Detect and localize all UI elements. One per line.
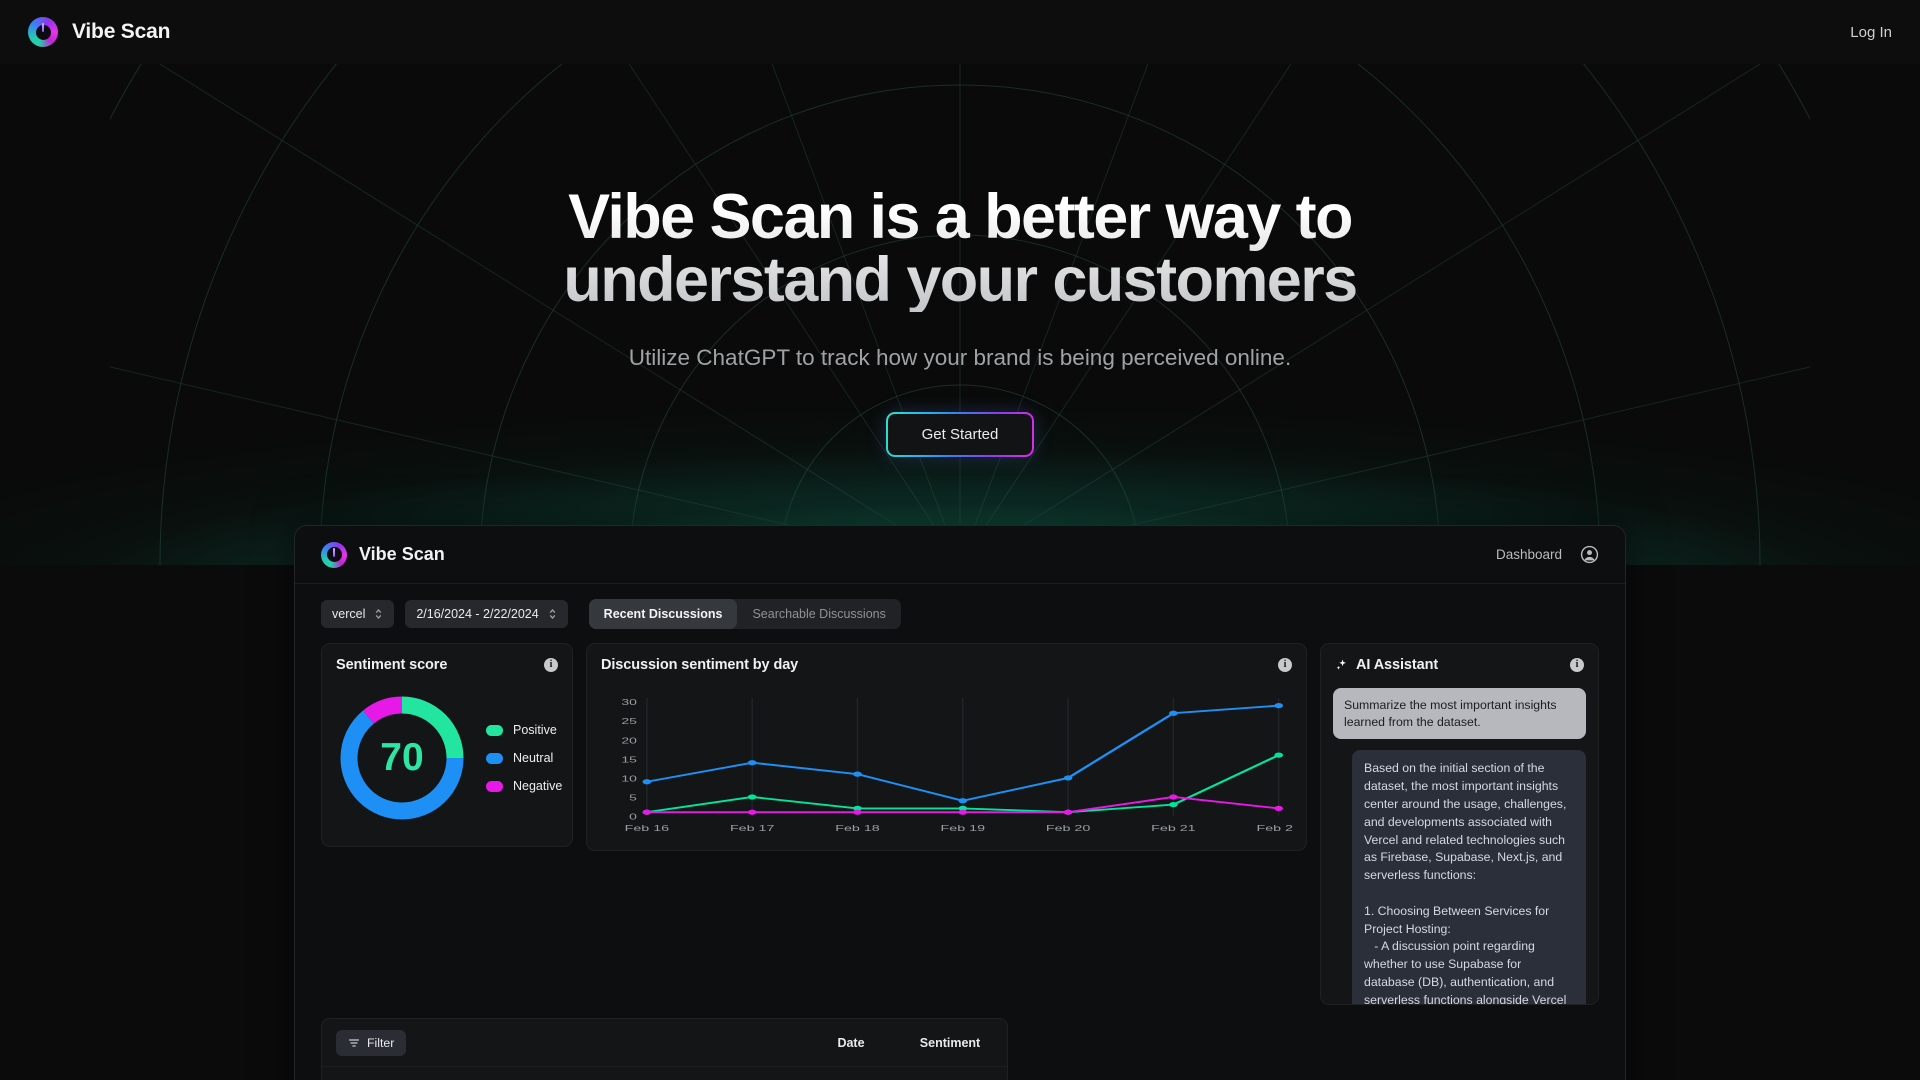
hero-subtitle: Utilize ChatGPT to track how your brand … bbox=[628, 345, 1292, 370]
ai-chat-thread: Summarize the most important insights le… bbox=[1321, 684, 1598, 1004]
discussion-chart-column: Discussion sentiment by day i 0 5 10 15 20 25… bbox=[586, 643, 1307, 851]
svg-text:Feb 21: Feb 21 bbox=[1151, 824, 1195, 833]
nav-right-group: Log In bbox=[1850, 24, 1892, 41]
date-range-value: 2/16/2024 - 2/22/2024 bbox=[416, 607, 539, 621]
info-icon[interactable]: i bbox=[1278, 658, 1292, 672]
chart-card-body: 0 5 10 15 20 25 30 Feb 16 Feb 17 Feb 18 Feb 19 Feb … bbox=[587, 684, 1306, 850]
chevron-updown-icon bbox=[549, 608, 555, 620]
svg-text:0: 0 bbox=[629, 813, 637, 822]
info-icon[interactable]: i bbox=[544, 658, 558, 672]
dashboard-toolbar: vercel 2/16/2024 - 2/22/2024 Recent Disc… bbox=[295, 584, 1625, 643]
svg-text:15: 15 bbox=[621, 756, 637, 765]
sentiment-legend: Positive Neutral Negative bbox=[486, 723, 562, 793]
ai-assistant-message: Based on the initial section of the data… bbox=[1352, 750, 1586, 1004]
vibe-scan-logo-icon bbox=[321, 541, 347, 568]
chevron-updown-icon bbox=[376, 608, 382, 620]
legend-label-negative: Negative bbox=[513, 779, 563, 793]
svg-text:Feb 17: Feb 17 bbox=[730, 824, 774, 833]
svg-text:Feb 18: Feb 18 bbox=[835, 824, 880, 833]
info-icon[interactable]: i bbox=[1570, 658, 1584, 672]
sentiment-card-header: Sentiment score i bbox=[322, 644, 572, 684]
svg-text:Feb 16: Feb 16 bbox=[625, 824, 670, 833]
line-chart-svg: 0 5 10 15 20 25 30 Feb 16 Feb 17 Feb 18 Feb 19 Feb … bbox=[621, 698, 1292, 833]
discussions-table-card: Filter Date Sentiment 𝕏 @vercel does thi… bbox=[321, 1018, 1008, 1080]
date-range-select[interactable]: 2/16/2024 - 2/22/2024 bbox=[405, 600, 568, 628]
vibe-scan-logo-icon bbox=[28, 17, 58, 47]
discussion-sentiment-card: Discussion sentiment by day i 0 5 10 15 20 25… bbox=[586, 643, 1307, 851]
discussion-tabs: Recent Discussions Searchable Discussion… bbox=[588, 599, 901, 629]
project-select-value: vercel bbox=[332, 607, 366, 621]
dashboard-brand-name: Vibe Scan bbox=[359, 544, 445, 564]
sentiment-score-card: Sentiment score i 70 Positive Neutral Ne… bbox=[321, 643, 573, 847]
dashboard-nav-link[interactable]: Dashboard bbox=[1496, 547, 1562, 562]
legend-item-positive: Positive bbox=[486, 723, 562, 737]
legend-swatch-negative bbox=[486, 780, 503, 792]
tab-searchable-discussions[interactable]: Searchable Discussions bbox=[737, 599, 900, 629]
sentiment-card-title: Sentiment score bbox=[336, 657, 448, 673]
legend-label-positive: Positive bbox=[513, 723, 557, 737]
svg-text:30: 30 bbox=[621, 699, 637, 708]
column-header-sentiment[interactable]: Sentiment bbox=[907, 1036, 993, 1050]
sentiment-score-column: Sentiment score i 70 Positive Neutral Ne… bbox=[321, 643, 573, 847]
dashboard-cards-grid: Sentiment score i 70 Positive Neutral Ne… bbox=[295, 643, 1625, 1005]
svg-text:Feb 22: Feb 22 bbox=[1256, 824, 1292, 833]
hero-section: Vibe Scan is a better way to understand … bbox=[0, 64, 1920, 565]
column-header-date[interactable]: Date bbox=[795, 1036, 907, 1050]
svg-text:Feb 20: Feb 20 bbox=[1046, 824, 1091, 833]
brand-name: Vibe Scan bbox=[72, 20, 171, 43]
dashboard-brand-group[interactable]: Vibe Scan bbox=[321, 541, 445, 568]
ai-card-title: AI Assistant bbox=[1356, 657, 1439, 673]
brand-logo-group[interactable]: Vibe Scan bbox=[28, 17, 170, 47]
legend-item-negative: Negative bbox=[486, 779, 562, 793]
sentiment-donut-chart: 70 bbox=[334, 690, 470, 826]
legend-label-neutral: Neutral bbox=[513, 751, 554, 765]
filter-button[interactable]: Filter bbox=[336, 1030, 407, 1056]
svg-text:5: 5 bbox=[629, 794, 637, 803]
discussions-table-wrapper: Filter Date Sentiment 𝕏 @vercel does thi… bbox=[321, 1018, 1599, 1080]
svg-text:25: 25 bbox=[621, 718, 637, 727]
login-link[interactable]: Log In bbox=[1850, 24, 1892, 41]
filter-button-label: Filter bbox=[367, 1036, 395, 1050]
chart-card-header: Discussion sentiment by day i bbox=[587, 644, 1306, 684]
table-header-row: Filter Date Sentiment bbox=[322, 1019, 1007, 1066]
dashboard-panel: Vibe Scan Dashboard vercel 2/16/2024 - 2… bbox=[294, 525, 1626, 1080]
legend-swatch-positive bbox=[486, 724, 503, 736]
dashboard-header: Vibe Scan Dashboard bbox=[295, 526, 1625, 584]
chart-card-title: Discussion sentiment by day bbox=[601, 657, 799, 673]
hero-content: Vibe Scan is a better way to understand … bbox=[0, 64, 1920, 457]
table-row[interactable]: 𝕏 @vercel does this mean that every cont… bbox=[322, 1066, 1007, 1080]
sentiment-score-value: 70 bbox=[380, 736, 424, 779]
project-select[interactable]: vercel bbox=[321, 600, 395, 628]
page-title: Vibe Scan is a better way to understand … bbox=[430, 186, 1490, 312]
tab-recent-discussions[interactable]: Recent Discussions bbox=[588, 599, 738, 629]
ai-card-header: AI Assistant i bbox=[1321, 644, 1598, 684]
svg-text:10: 10 bbox=[621, 775, 637, 784]
legend-item-neutral: Neutral bbox=[486, 751, 562, 765]
sparkle-icon bbox=[1336, 659, 1346, 670]
sentiment-card-body: 70 Positive Neutral Negative bbox=[322, 684, 572, 846]
ai-assistant-column: AI Assistant i Summarize the most import… bbox=[1320, 643, 1599, 1005]
top-navigation-bar: Vibe Scan Log In bbox=[0, 0, 1920, 64]
dashboard-header-right: Dashboard bbox=[1496, 545, 1599, 564]
get-started-button[interactable]: Get Started bbox=[885, 411, 1035, 457]
svg-text:Feb 19: Feb 19 bbox=[941, 824, 985, 833]
ai-assistant-card: AI Assistant i Summarize the most import… bbox=[1320, 643, 1599, 1005]
ai-user-message: Summarize the most important insights le… bbox=[1333, 688, 1586, 740]
svg-text:20: 20 bbox=[621, 737, 637, 746]
user-circle-icon[interactable] bbox=[1580, 545, 1599, 564]
dashboard-preview-wrapper: Vibe Scan Dashboard vercel 2/16/2024 - 2… bbox=[294, 525, 1626, 1080]
legend-swatch-neutral bbox=[486, 752, 503, 764]
filter-icon bbox=[348, 1039, 360, 1047]
get-started-button-label: Get Started bbox=[887, 413, 1033, 455]
